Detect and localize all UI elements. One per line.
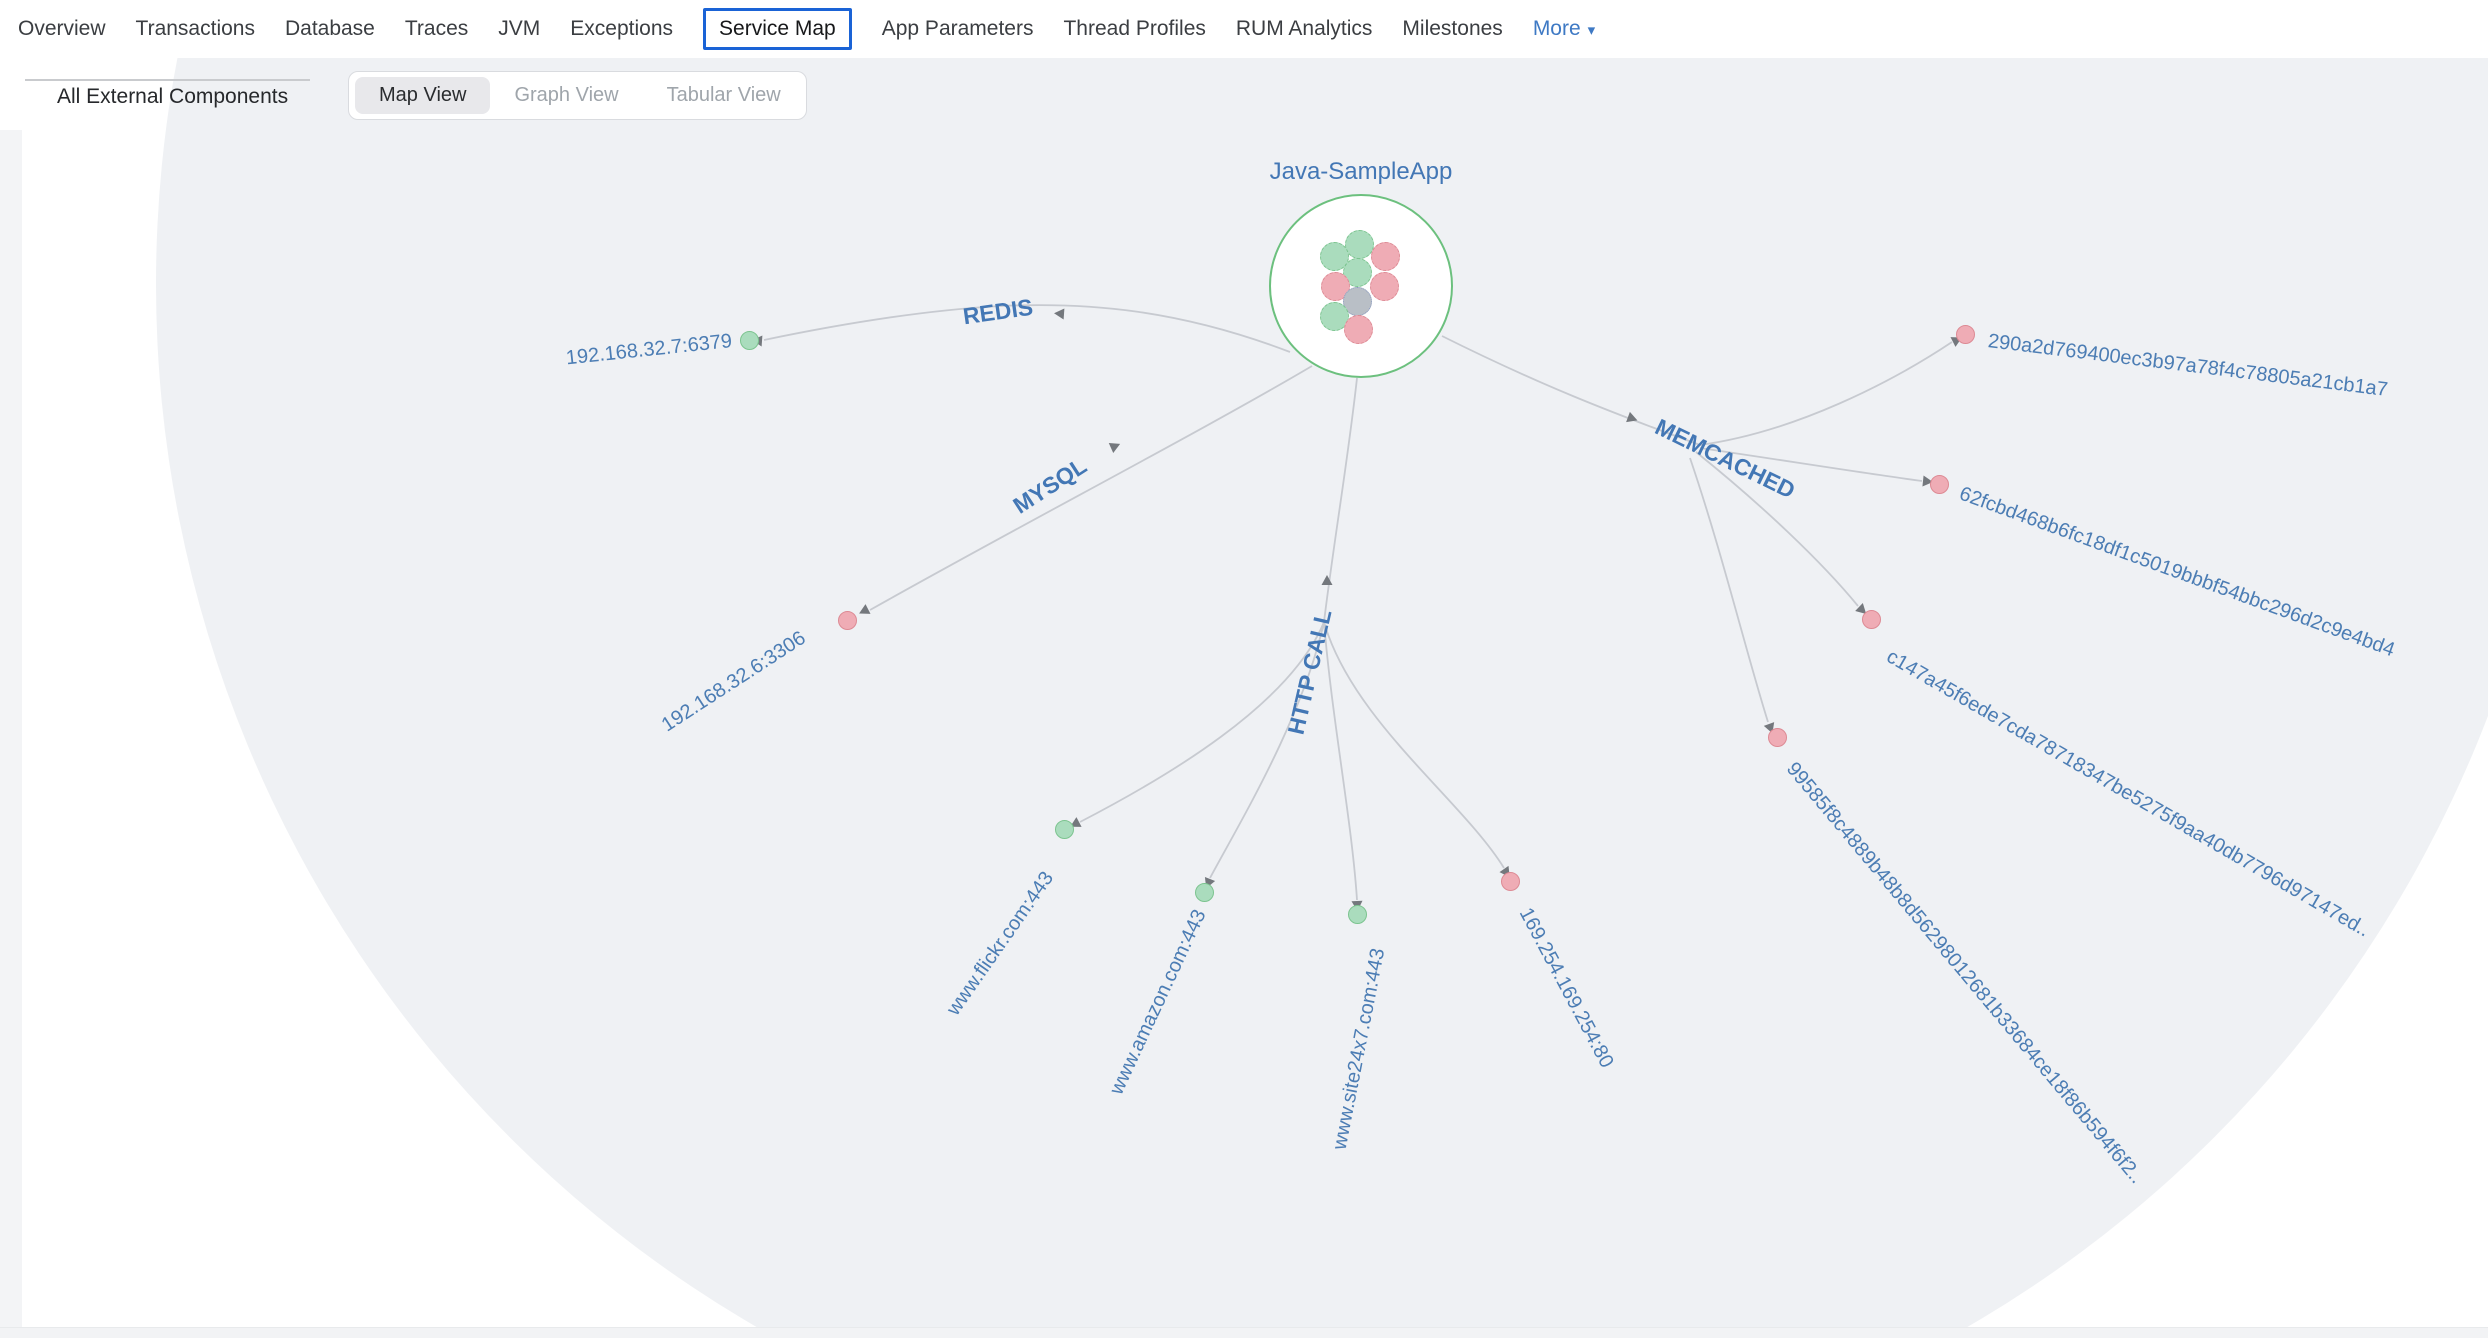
nav-item-app-parameters[interactable]: App Parameters	[882, 17, 1034, 41]
endpoint-dot-memcached-4[interactable]	[1768, 728, 1787, 747]
subheader: All External Components Map View Graph V…	[0, 48, 2488, 130]
endpoint-dot-redis[interactable]	[740, 331, 759, 350]
nav-item-transactions[interactable]: Transactions	[136, 17, 255, 41]
nav-item-jvm[interactable]: JVM	[498, 17, 540, 41]
nav-item-rum-analytics[interactable]: RUM Analytics	[1236, 17, 1373, 41]
endpoint-dot-mysql[interactable]	[838, 611, 857, 630]
tab-graph-view[interactable]: Graph View	[490, 77, 642, 114]
instance-bubble-healthy[interactable]	[1345, 230, 1374, 259]
endpoint-dot-site24x7[interactable]	[1348, 905, 1367, 924]
endpoint-dot-ip[interactable]	[1501, 872, 1520, 891]
tab-tabular-view[interactable]: Tabular View	[643, 77, 805, 114]
app-node-title: Java-SampleApp	[1269, 158, 1453, 186]
nav-item-traces[interactable]: Traces	[405, 17, 468, 41]
instance-bubble-critical[interactable]	[1370, 272, 1399, 301]
instance-bubble-critical[interactable]	[1371, 242, 1400, 271]
endpoint-dot-amazon[interactable]	[1195, 883, 1214, 902]
service-map-page: Overview Transactions Database Traces JV…	[0, 0, 2488, 1338]
view-toggle: Map View Graph View Tabular View	[348, 71, 807, 120]
horizontal-scrollbar[interactable]	[0, 1327, 2488, 1338]
left-gutter	[0, 130, 22, 1327]
chevron-down-icon: ▾	[1588, 23, 1596, 38]
tab-map-view[interactable]: Map View	[355, 77, 490, 114]
nav-item-thread-profiles[interactable]: Thread Profiles	[1063, 17, 1205, 41]
nav-item-exceptions[interactable]: Exceptions	[570, 17, 673, 41]
nav-item-more-label: More	[1533, 17, 1581, 41]
endpoint-dot-flickr[interactable]	[1055, 820, 1074, 839]
endpoint-dot-memcached-1[interactable]	[1956, 325, 1975, 344]
nav-item-service-map[interactable]: Service Map	[703, 8, 852, 50]
endpoint-dot-memcached-2[interactable]	[1930, 475, 1949, 494]
subtab-underline	[25, 79, 310, 81]
nav-item-milestones[interactable]: Milestones	[1402, 17, 1502, 41]
endpoint-dot-memcached-3[interactable]	[1862, 610, 1881, 629]
nav-item-overview[interactable]: Overview	[18, 17, 106, 41]
nav-item-database[interactable]: Database	[285, 17, 375, 41]
nav-item-more[interactable]: More ▾	[1533, 17, 1595, 41]
instance-bubble-critical[interactable]	[1344, 315, 1373, 344]
page-title: All External Components	[57, 85, 288, 109]
